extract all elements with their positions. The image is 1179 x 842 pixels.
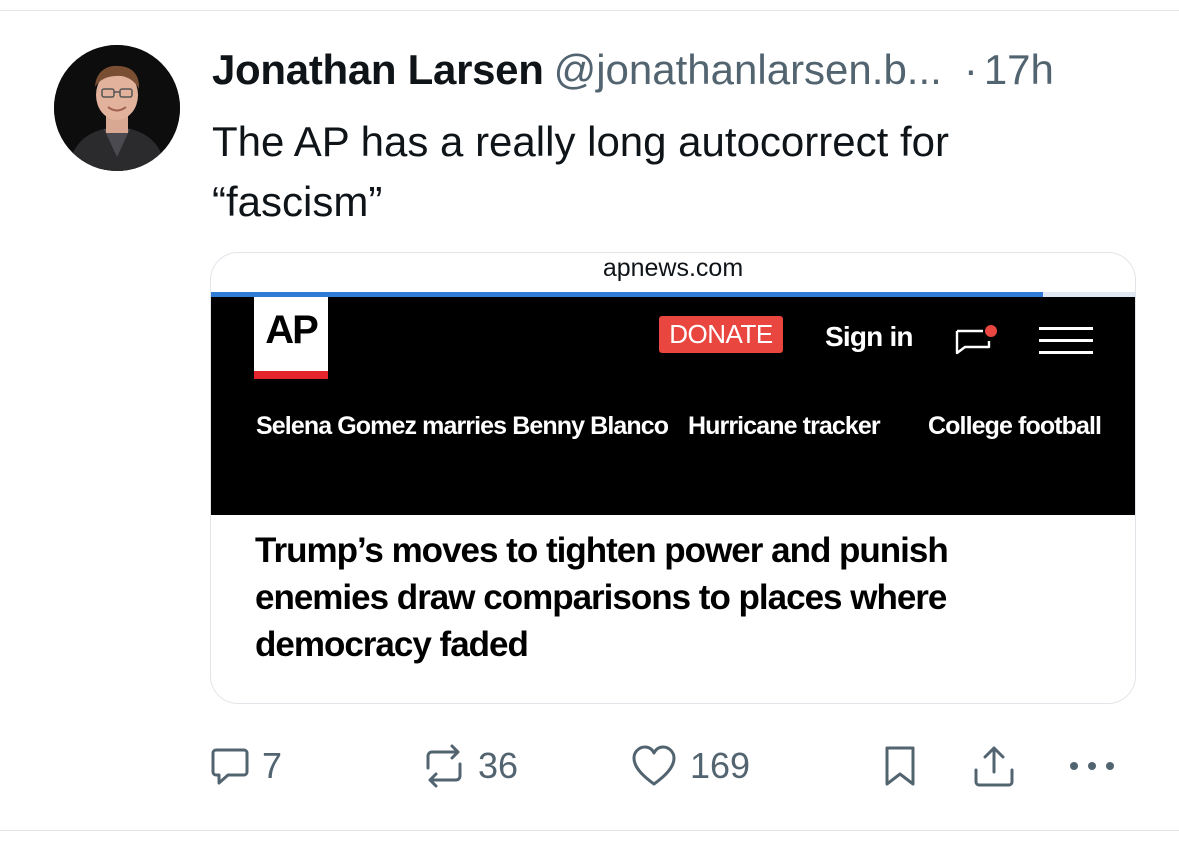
share-icon: [974, 746, 1014, 787]
separator-dot: ·: [963, 46, 978, 93]
reply-count: 7: [262, 745, 283, 786]
more-icon: [1070, 762, 1114, 770]
ap-logo: AP: [254, 297, 328, 379]
bottom-divider: [0, 830, 1179, 831]
like-icon: [632, 745, 676, 786]
repost-count: 36: [478, 745, 519, 786]
card-domain: apnews.com: [602, 254, 744, 282]
tweet-actions: 7 36 169: [0, 738, 1179, 794]
bookmark-icon: [885, 746, 915, 786]
tweet-text: The AP has a really long autocorrect for…: [212, 118, 949, 225]
share-button[interactable]: [972, 738, 1016, 794]
article-headline[interactable]: Trump’s moves to tighten power and punis…: [255, 527, 1035, 668]
avatar-photo: [54, 45, 180, 171]
menu-icon[interactable]: [1039, 325, 1093, 357]
topic-link[interactable]: Selena Gomez marries Benny Blanco: [256, 409, 669, 443]
like-count: 169: [690, 745, 751, 786]
topic-link[interactable]: Hurricane tracker: [688, 409, 881, 443]
repost-icon: [426, 744, 462, 788]
ap-logo-text: AP: [265, 308, 319, 352]
chat-icon[interactable]: [953, 323, 999, 359]
repost-button[interactable]: 36: [422, 738, 518, 794]
avatar[interactable]: [54, 45, 180, 171]
reply-icon: [211, 748, 249, 785]
bookmark-button[interactable]: [880, 738, 920, 794]
more-button[interactable]: [1066, 738, 1118, 794]
topic-link[interactable]: College football: [928, 409, 1102, 443]
ap-logo-underline: [254, 371, 328, 379]
timestamp[interactable]: 17h: [984, 46, 1054, 93]
author-name[interactable]: Jonathan Larsen: [212, 46, 544, 93]
like-button[interactable]: 169: [630, 738, 750, 794]
top-divider: [0, 10, 1179, 11]
ap-site-header: AP DONATE Sign in Selena Gomez marries B…: [211, 297, 1135, 515]
link-preview-card[interactable]: apnews.com AP DONATE Sign in Selena Gome…: [210, 252, 1136, 704]
sign-in-link[interactable]: Sign in: [825, 317, 914, 357]
reply-button[interactable]: 7: [210, 738, 282, 794]
tweet-header: Jonathan Larsen @jonathanlarsen.b... · 17h: [212, 44, 1054, 96]
author-handle[interactable]: @jonathanlarsen.b...: [554, 46, 942, 93]
donate-button[interactable]: DONATE: [659, 316, 783, 353]
